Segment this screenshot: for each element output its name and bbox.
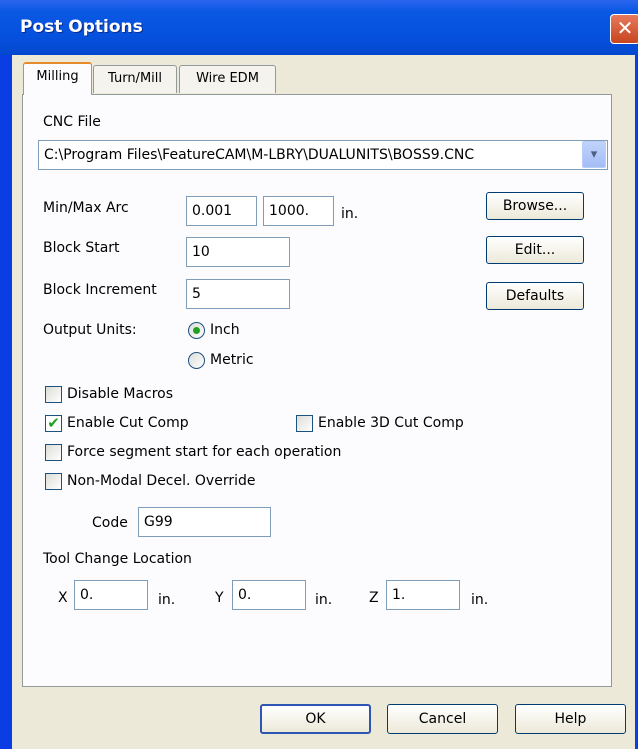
close-button[interactable]: ✕ [610, 14, 638, 44]
tab-turn-mill[interactable]: Turn/Mill [93, 65, 177, 93]
x-coord-label: X [58, 590, 68, 606]
tab-milling[interactable]: Milling [23, 62, 92, 95]
disable-macros-label[interactable]: Disable Macros [67, 386, 173, 402]
enable-cut-comp-checkbox[interactable]: ✔ [45, 415, 62, 432]
enable-cut-comp-label[interactable]: Enable Cut Comp [67, 415, 189, 431]
arc-unit-label: in. [341, 206, 359, 222]
y-coord-label: Y [215, 590, 224, 606]
max-arc-input[interactable]: 1000. [263, 196, 334, 226]
output-units-label: Output Units: [43, 322, 137, 338]
cancel-button[interactable]: Cancel [387, 704, 498, 734]
metric-radio-label[interactable]: Metric [210, 352, 254, 368]
y-coord-input[interactable]: 0. [232, 580, 306, 610]
chevron-down-icon: ▾ [590, 147, 598, 162]
help-button[interactable]: Help [515, 704, 626, 734]
tool-change-location-label: Tool Change Location [43, 551, 192, 567]
cnc-file-label: CNC File [43, 114, 101, 130]
tab-turn-mill-label: Turn/Mill [108, 71, 162, 86]
close-icon: ✕ [616, 16, 634, 40]
block-increment-label: Block Increment [43, 282, 157, 298]
x-coord-input[interactable]: 0. [74, 580, 148, 610]
cnc-file-select[interactable]: C:\Program Files\FeatureCAM\M-LBRY\DUALU… [38, 140, 608, 170]
min-max-arc-label: Min/Max Arc [43, 200, 129, 216]
browse-button[interactable]: Browse... [486, 192, 584, 220]
force-segment-start-checkbox[interactable] [45, 444, 62, 461]
inch-radio-label[interactable]: Inch [210, 322, 240, 338]
z-coord-label: Z [369, 590, 379, 606]
defaults-button[interactable]: Defaults [486, 282, 584, 310]
y-unit-label: in. [315, 592, 333, 608]
force-segment-start-label[interactable]: Force segment start for each operation [67, 444, 341, 460]
radio-selected-dot [193, 327, 200, 334]
tab-milling-label: Milling [36, 69, 79, 84]
dropdown-arrow-button[interactable]: ▾ [582, 141, 606, 168]
tab-wire-edm[interactable]: Wire EDM [179, 65, 276, 93]
checkmark-icon: ✔ [47, 414, 60, 432]
edit-button[interactable]: Edit... [486, 236, 584, 264]
code-input[interactable]: G99 [138, 507, 271, 537]
tab-wire-edm-label: Wire EDM [196, 71, 259, 86]
metric-radio[interactable] [188, 352, 205, 369]
enable-3d-cut-comp-checkbox[interactable] [296, 415, 313, 432]
window-frame-left [0, 0, 12, 749]
block-start-label: Block Start [43, 240, 120, 256]
non-modal-decel-checkbox[interactable] [45, 473, 62, 490]
block-start-input[interactable]: 10 [186, 237, 290, 267]
code-label: Code [92, 515, 128, 531]
block-increment-input[interactable]: 5 [186, 279, 290, 309]
non-modal-decel-label[interactable]: Non-Modal Decel. Override [67, 473, 255, 489]
disable-macros-checkbox[interactable] [45, 386, 62, 403]
x-unit-label: in. [158, 592, 176, 608]
z-coord-input[interactable]: 1. [386, 580, 460, 610]
min-arc-input[interactable]: 0.001 [186, 196, 257, 226]
inch-radio[interactable] [188, 322, 205, 339]
ok-button[interactable]: OK [260, 704, 371, 734]
enable-3d-cut-comp-label[interactable]: Enable 3D Cut Comp [318, 415, 464, 431]
z-unit-label: in. [471, 592, 489, 608]
window-title: Post Options [20, 17, 143, 37]
